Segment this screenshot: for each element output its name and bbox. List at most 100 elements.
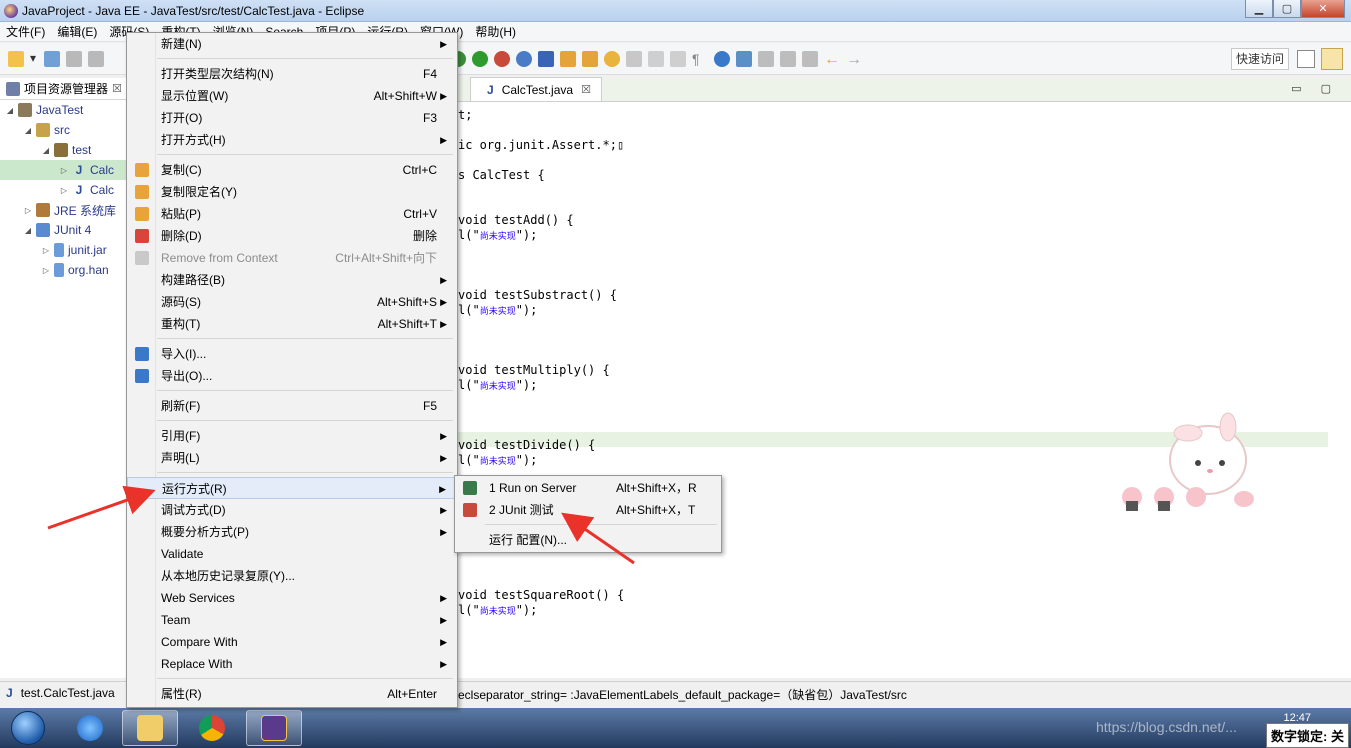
next-annotation-icon[interactable] <box>780 50 796 67</box>
prev-annotation-icon[interactable] <box>758 50 774 67</box>
context-menu-item[interactable]: 刷新(F) F5 <box>127 395 457 417</box>
paste-icon <box>135 207 149 221</box>
menu-item-shortcut: F5 <box>422 399 437 413</box>
back-icon[interactable]: ← <box>824 51 840 68</box>
context-menu-item[interactable]: 声明(L) ▶ <box>127 447 457 469</box>
tree-item[interactable]: ◢ test <box>0 140 127 160</box>
taskbar-eclipse[interactable] <box>246 710 302 746</box>
context-menu-item[interactable]: 新建(N) ▶ <box>127 33 457 55</box>
start-button[interactable] <box>2 709 54 747</box>
maximize-button[interactable]: ▢ <box>1273 0 1301 18</box>
context-menu-item[interactable]: 运行方式(R) ▶ <box>127 477 457 499</box>
tree-item[interactable]: ◢ JavaTest <box>0 100 127 120</box>
context-menu-item[interactable]: 概要分析方式(P) ▶ <box>127 521 457 543</box>
expand-icon[interactable]: ▷ <box>22 206 34 215</box>
context-menu-item[interactable]: 粘贴(P) Ctrl+V <box>127 203 457 225</box>
context-menu-item[interactable]: 显示位置(W) Alt+Shift+W ▶ <box>127 85 457 107</box>
submenu-item[interactable]: 2 JUnit 测试 Alt+Shift+X，T <box>455 499 721 521</box>
tree-item[interactable]: ▷ J Calc <box>0 160 127 180</box>
context-menu-item[interactable]: Team ▶ <box>127 609 457 631</box>
minimize-button[interactable]: ▁ <box>1245 0 1273 18</box>
code-tail: "); <box>515 303 538 317</box>
open-type-icon[interactable] <box>560 50 576 67</box>
expand-icon[interactable]: ◢ <box>40 146 52 155</box>
new-package-icon[interactable] <box>44 50 60 67</box>
menu-item-1[interactable]: 编辑(E) <box>51 22 103 42</box>
block-icon[interactable] <box>670 50 686 67</box>
taskbar-ie[interactable] <box>62 710 118 746</box>
context-menu-item[interactable]: Compare With ▶ <box>127 631 457 653</box>
numlock-indicator: 数字锁定: 关 <box>1266 723 1349 748</box>
tab-close-icon[interactable]: ☒ <box>581 83 591 96</box>
context-menu-item[interactable]: 源码(S) Alt+Shift+S ▶ <box>127 291 457 313</box>
new-dropdown-icon[interactable]: ▾ <box>30 51 38 67</box>
context-menu-item[interactable]: 引用(F) ▶ <box>127 425 457 447</box>
expand-icon[interactable]: ▷ <box>40 246 52 255</box>
explorer-tab[interactable]: 项目资源管理器 ☒ <box>0 78 127 100</box>
pilcrow-icon[interactable]: ¶ <box>692 51 708 67</box>
context-menu-item[interactable]: 导出(O)... <box>127 365 457 387</box>
context-menu-item[interactable]: 删除(D) 删除 <box>127 225 457 247</box>
tree-item[interactable]: ▷ JRE 系统库 <box>0 200 127 220</box>
context-menu-item[interactable]: 复制(C) Ctrl+C <box>127 159 457 181</box>
tree-item[interactable]: ◢ JUnit 4 <box>0 220 127 240</box>
context-menu-item[interactable]: Replace With ▶ <box>127 653 457 675</box>
menu-item-label: 从本地历史记录复原(Y)... <box>161 569 295 583</box>
context-menu-item[interactable]: 复制限定名(Y) <box>127 181 457 203</box>
expand-icon[interactable]: ▷ <box>40 266 52 275</box>
java-ee-perspective-icon[interactable] <box>1321 48 1343 70</box>
tree-item[interactable]: ▷ junit.jar <box>0 240 127 260</box>
editor-minmax-icon[interactable]: ▭ ▢ <box>1291 82 1339 95</box>
expand-icon[interactable]: ◢ <box>22 126 34 135</box>
menu-item-0[interactable]: 文件(F) <box>0 22 51 42</box>
last-edit-icon[interactable] <box>802 50 818 67</box>
search-icon[interactable] <box>604 50 620 67</box>
run-icon[interactable] <box>472 50 488 67</box>
context-menu-item[interactable]: 调试方式(D) ▶ <box>127 499 457 521</box>
taskbar-chrome[interactable] <box>184 710 240 746</box>
tab-calctest[interactable]: J CalcTest.java ☒ <box>470 77 602 101</box>
context-menu-item[interactable]: 从本地历史记录复原(Y)... <box>127 565 457 587</box>
pencil-icon[interactable] <box>626 50 642 67</box>
context-menu-item[interactable]: 构建路径(B) ▶ <box>127 269 457 291</box>
context-menu-item[interactable]: 属性(R) Alt+Enter <box>127 683 457 705</box>
close-button[interactable]: ✕ <box>1301 0 1345 18</box>
expand-icon[interactable]: ▷ <box>58 166 70 175</box>
tree-item[interactable]: ▷ org.han <box>0 260 127 280</box>
context-menu-item[interactable]: Validate <box>127 543 457 565</box>
context-menu-item[interactable]: 打开方式(H) ▶ <box>127 129 457 151</box>
submenu-arrow-icon: ▶ <box>440 615 447 625</box>
taskbar-explorer[interactable] <box>122 710 178 746</box>
code-line: ic org.junit.Assert.*;▯ <box>458 138 624 153</box>
context-menu-item[interactable]: 打开类型层次结构(N) F4 <box>127 63 457 85</box>
quick-access-field[interactable]: 快速访问 <box>1230 48 1289 70</box>
code-line: s CalcTest { <box>458 168 545 183</box>
submenu-item[interactable]: 运行 配置(N)... <box>455 529 721 551</box>
expand-icon[interactable]: ◢ <box>22 226 34 235</box>
context-menu-item[interactable]: 导入(I)... <box>127 343 457 365</box>
toggle-icon[interactable] <box>648 50 664 67</box>
hierarchy-icon[interactable] <box>736 50 752 67</box>
tree-item[interactable]: ◢ src <box>0 120 127 140</box>
new-icon[interactable] <box>8 50 24 67</box>
coverage-icon[interactable] <box>494 50 510 67</box>
save-icon[interactable] <box>66 50 82 67</box>
context-menu-item[interactable]: 重构(T) Alt+Shift+T ▶ <box>127 313 457 335</box>
forward-icon[interactable]: → <box>846 51 862 68</box>
context-menu-item[interactable]: 打开(O) F3 <box>127 107 457 129</box>
tree-item[interactable]: ▷ J Calc <box>0 180 127 200</box>
web-icon[interactable] <box>714 50 730 67</box>
globe-icon[interactable] <box>516 50 532 67</box>
context-menu-item[interactable]: Web Services ▶ <box>127 587 457 609</box>
explorer-close-icon[interactable]: ☒ <box>112 82 122 95</box>
open-perspective-icon[interactable] <box>1297 50 1315 68</box>
save-all-icon[interactable] <box>88 50 104 67</box>
expand-icon[interactable]: ▷ <box>58 186 70 195</box>
server-icon[interactable] <box>538 50 554 67</box>
submenu-item-label: 运行 配置(N)... <box>489 533 567 547</box>
menu-item-9[interactable]: 帮助(H) <box>469 22 522 42</box>
open-task-icon[interactable] <box>582 50 598 67</box>
expand-icon[interactable]: ◢ <box>4 106 16 115</box>
menu-item-label: 打开类型层次结构(N) <box>161 67 274 81</box>
submenu-item[interactable]: 1 Run on Server Alt+Shift+X，R <box>455 477 721 499</box>
